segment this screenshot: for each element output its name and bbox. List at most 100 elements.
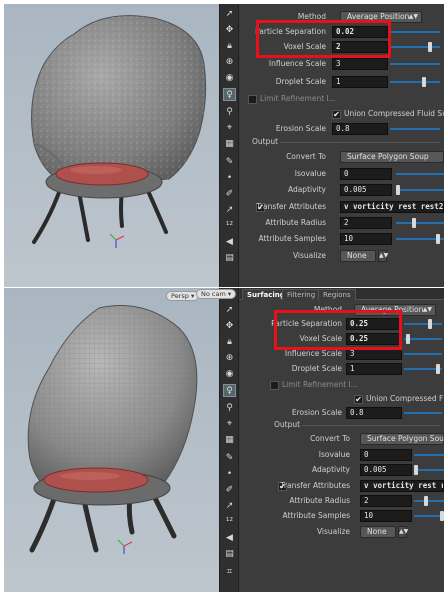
- camera-icon[interactable]: ⚲: [223, 106, 236, 119]
- limit-refinement-checkbox[interactable]: [248, 95, 257, 104]
- snap-icon[interactable]: ⌖: [223, 418, 236, 431]
- view-icon[interactable]: ◉: [223, 368, 236, 381]
- particle-separation-slider[interactable]: [390, 31, 440, 33]
- display-icon[interactable]: ▤: [223, 548, 236, 561]
- visualize-arrow-icon[interactable]: ▲▼: [378, 250, 388, 262]
- transform-icon[interactable]: ✥: [223, 320, 236, 333]
- attribute-radius-field[interactable]: 2: [340, 217, 392, 229]
- attribute-radius-field[interactable]: 2: [360, 495, 412, 507]
- erosion-scale-slider[interactable]: [390, 128, 440, 130]
- row-adaptivity: Adaptivity 0.005: [240, 183, 444, 197]
- visualize-dropdown[interactable]: None: [340, 250, 376, 262]
- particle-separation-knob[interactable]: [428, 319, 432, 329]
- snap-icon[interactable]: ⌖: [223, 122, 236, 135]
- sound-icon[interactable]: ◀: [223, 236, 236, 249]
- influence-scale-field[interactable]: 3: [332, 58, 388, 70]
- tab-regions[interactable]: Regions: [318, 289, 356, 300]
- pen-icon[interactable]: ✐: [223, 188, 236, 201]
- union-label: Union Compressed Fluid Su: [366, 394, 444, 403]
- attribute-radius-slider[interactable]: [414, 500, 444, 502]
- arrow-icon[interactable]: ↗: [223, 204, 236, 217]
- view-icon[interactable]: ◉: [223, 72, 236, 85]
- isovalue-label: Isovalue: [294, 169, 326, 178]
- paint-icon[interactable]: ▦: [223, 434, 236, 447]
- tool-strip-bottom: No cam ▾ ➚ ✥ 🔒︎ ⊕ ◉ ♀ ⚲ ⌖ ▦ ✎ • ✐ ↗ ¹² ◀…: [196, 288, 239, 592]
- light-icon[interactable]: ♀: [223, 384, 236, 397]
- droplet-scale-knob[interactable]: [422, 77, 426, 87]
- visualize-dropdown[interactable]: None: [360, 526, 396, 538]
- droplet-scale-field[interactable]: 1: [332, 76, 388, 88]
- number-icon[interactable]: ¹²: [223, 220, 236, 233]
- droplet-scale-field[interactable]: 1: [346, 363, 402, 375]
- row-droplet-scale: Droplet Scale 1: [240, 75, 444, 89]
- row-union: ✔ Union Compressed Fluid Surface: [240, 107, 444, 121]
- attribute-radius-slider[interactable]: [396, 222, 444, 224]
- attribute-samples-knob[interactable]: [440, 511, 444, 521]
- transform-icon[interactable]: ✥: [223, 24, 236, 37]
- arrow-icon[interactable]: ↗: [223, 500, 236, 513]
- cam-button[interactable]: No cam ▾: [196, 289, 237, 299]
- brush-icon[interactable]: ✎: [223, 156, 236, 169]
- influence-scale-label: Influence Scale: [268, 59, 326, 68]
- limit-refinement-checkbox[interactable]: [270, 381, 279, 390]
- select-icon[interactable]: ➚: [223, 304, 236, 317]
- light-icon[interactable]: ♀: [223, 88, 236, 101]
- erosion-scale-field[interactable]: 0.8: [346, 407, 402, 419]
- voxel-scale-slider[interactable]: [390, 46, 440, 48]
- attribute-radius-knob[interactable]: [412, 218, 416, 228]
- handle-icon[interactable]: ⊕: [223, 56, 236, 69]
- attribute-samples-knob[interactable]: [436, 234, 440, 244]
- axis-gizmo-icon: [117, 539, 133, 554]
- adaptivity-slider[interactable]: [396, 189, 444, 191]
- brush-icon[interactable]: ✎: [223, 452, 236, 465]
- union-checkbox[interactable]: ✔: [332, 110, 341, 119]
- droplet-scale-knob[interactable]: [436, 364, 440, 374]
- erosion-scale-field[interactable]: 0.8: [332, 123, 388, 135]
- influence-scale-slider[interactable]: [404, 353, 442, 355]
- adaptivity-slider[interactable]: [414, 469, 444, 471]
- camera-icon[interactable]: ⚲: [223, 402, 236, 415]
- droplet-scale-slider[interactable]: [390, 81, 440, 83]
- erosion-scale-slider[interactable]: [404, 412, 442, 414]
- convert-to-dropdown[interactable]: Surface Polygon Soup: [360, 433, 444, 445]
- sound-icon[interactable]: ◀: [223, 532, 236, 545]
- visualize-arrow-icon[interactable]: ▲▼: [398, 526, 408, 538]
- adaptivity-knob[interactable]: [414, 465, 418, 475]
- visualize-label: Visualize: [292, 251, 326, 260]
- adaptivity-knob[interactable]: [396, 185, 400, 195]
- lock-icon[interactable]: 🔒︎: [223, 336, 236, 349]
- handle-icon[interactable]: ⊕: [223, 352, 236, 365]
- number-icon[interactable]: ¹²: [223, 516, 236, 529]
- adaptivity-field[interactable]: 0.005: [360, 464, 412, 476]
- row-union: ✔ Union Compressed Fluid Su: [240, 392, 444, 406]
- erosion-scale-label: Erosion Scale: [291, 408, 342, 417]
- isovalue-field[interactable]: 0: [360, 449, 412, 461]
- point-icon[interactable]: •: [223, 468, 236, 481]
- voxel-scale-knob[interactable]: [428, 42, 432, 52]
- lock-icon[interactable]: 🔒︎: [223, 40, 236, 53]
- isovalue-slider[interactable]: [396, 173, 444, 175]
- viewport-top[interactable]: [4, 4, 219, 287]
- union-checkbox[interactable]: ✔: [354, 395, 363, 404]
- attribute-samples-field[interactable]: 10: [360, 510, 412, 522]
- attribute-samples-field[interactable]: 10: [340, 233, 392, 245]
- convert-to-dropdown[interactable]: Surface Polygon Soup: [340, 151, 444, 163]
- transfer-attributes-field[interactable]: v vorticity rest rest: [360, 480, 444, 492]
- particle-separation-slider[interactable]: [404, 323, 442, 325]
- isovalue-field[interactable]: 0: [340, 168, 392, 180]
- pen-icon[interactable]: ✐: [223, 484, 236, 497]
- voxel-scale-knob[interactable]: [406, 334, 410, 344]
- select-icon[interactable]: ➚: [223, 8, 236, 21]
- highlight-box-top: [256, 20, 391, 58]
- isovalue-slider[interactable]: [414, 454, 444, 456]
- transfer-attributes-field[interactable]: v vorticity rest rest2: [340, 201, 444, 213]
- grid-icon[interactable]: ⌗: [223, 566, 236, 579]
- viewport-bottom[interactable]: Persp ▾: [4, 288, 219, 592]
- adaptivity-field[interactable]: 0.005: [340, 184, 392, 196]
- paint-icon[interactable]: ▦: [223, 138, 236, 151]
- attribute-radius-knob[interactable]: [424, 496, 428, 506]
- display-icon[interactable]: ▤: [223, 252, 236, 265]
- influence-scale-slider[interactable]: [390, 63, 440, 65]
- tab-filtering[interactable]: Filtering: [282, 289, 321, 300]
- point-icon[interactable]: •: [223, 172, 236, 185]
